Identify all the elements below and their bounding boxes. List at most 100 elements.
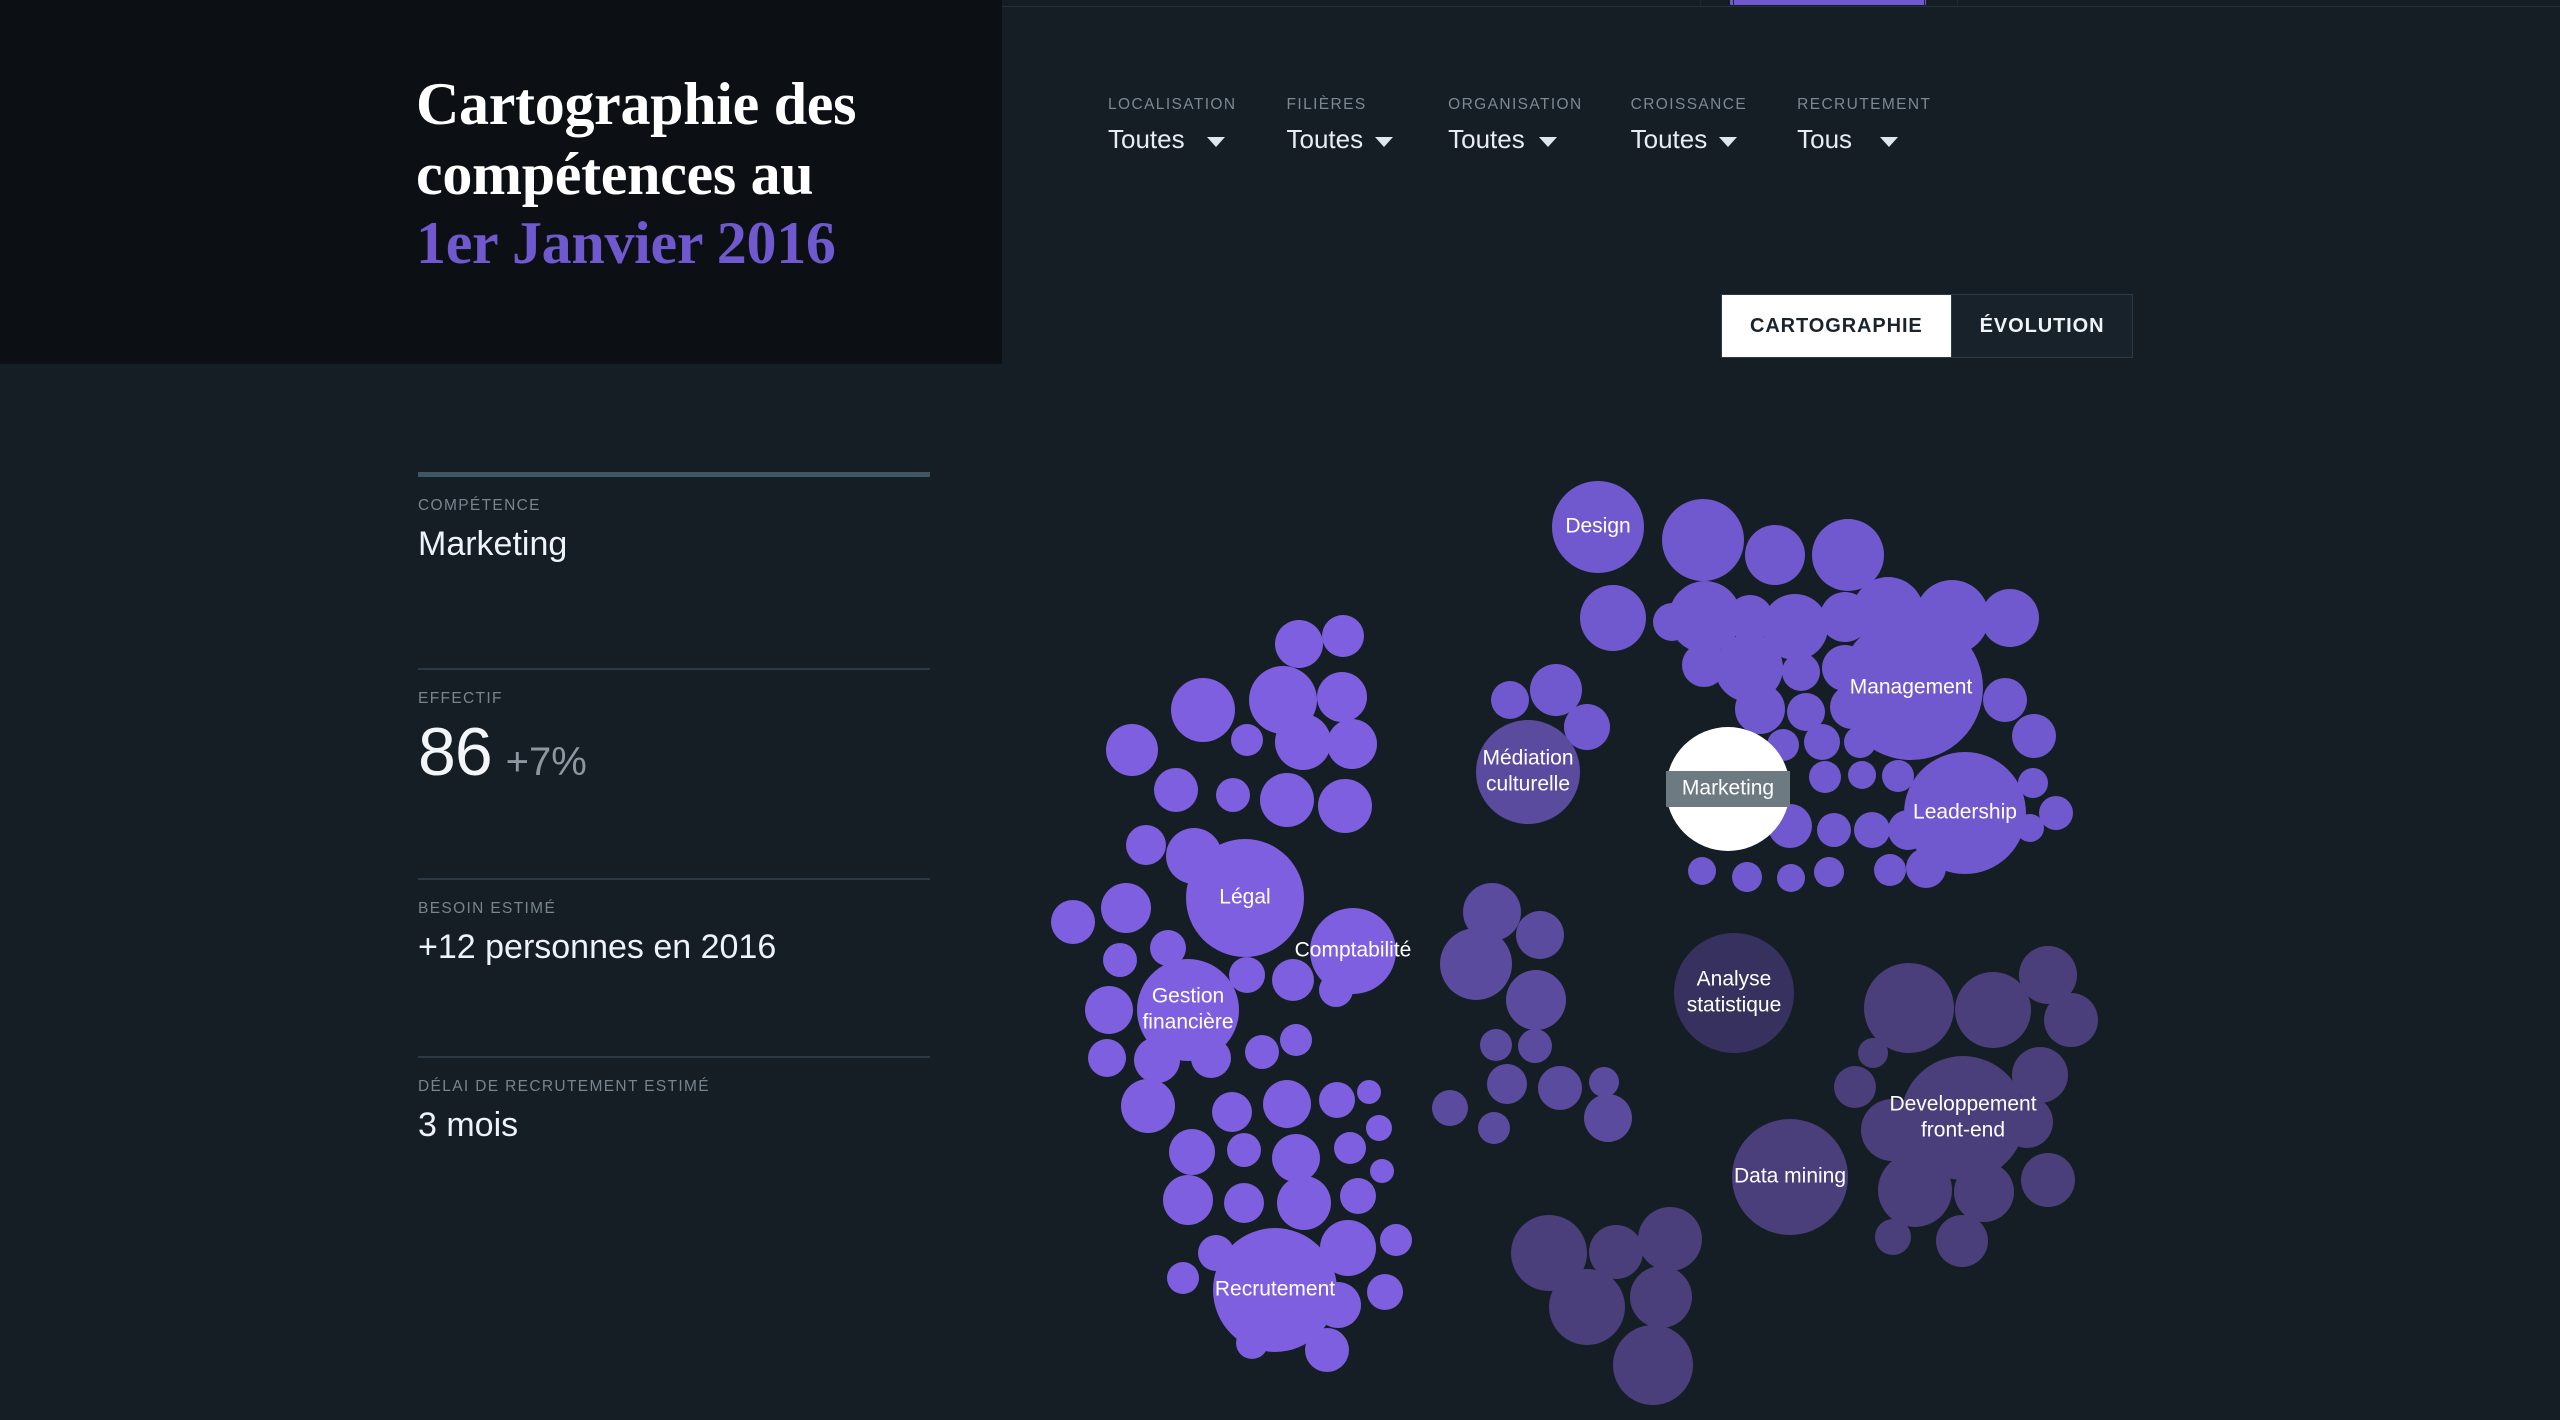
bubble[interactable]: [1327, 719, 1377, 769]
bubble[interactable]: [1171, 678, 1235, 742]
bubble[interactable]: [1367, 1274, 1403, 1310]
bubble[interactable]: [1245, 1035, 1279, 1069]
bubble[interactable]: [1272, 1134, 1320, 1182]
bubble[interactable]: [2044, 993, 2098, 1047]
bubble[interactable]: [1809, 761, 1841, 793]
bubble[interactable]: [1804, 724, 1840, 760]
bubble[interactable]: [1101, 883, 1151, 933]
bubble[interactable]: [1357, 1080, 1381, 1104]
bubble[interactable]: [1229, 957, 1265, 993]
bubble-developpement-front-end[interactable]: [1901, 1056, 2025, 1180]
bubble[interactable]: [1440, 928, 1512, 1000]
bubble[interactable]: [1580, 585, 1646, 651]
bubble[interactable]: [1854, 812, 1890, 848]
bubble-gestion-financi-re[interactable]: [1137, 959, 1239, 1061]
bubble[interactable]: [1103, 943, 1137, 977]
bubble-management[interactable]: [1839, 616, 1983, 760]
bubble[interactable]: [1745, 525, 1805, 585]
bubble[interactable]: [1380, 1224, 1412, 1256]
bubble[interactable]: [1538, 1066, 1582, 1110]
bubble[interactable]: [1549, 1269, 1625, 1345]
bubble[interactable]: [1432, 1090, 1468, 1126]
bubble[interactable]: [1272, 959, 1314, 1001]
bubble[interactable]: [1227, 1133, 1261, 1167]
bubble[interactable]: [1955, 972, 2031, 1048]
bubble[interactable]: [1051, 900, 1095, 944]
bubble[interactable]: [1277, 1176, 1331, 1230]
bubble[interactable]: [1121, 1079, 1175, 1133]
bubble[interactable]: [1370, 1159, 1394, 1183]
bubble[interactable]: [1882, 760, 1914, 792]
bubble[interactable]: [1874, 854, 1906, 886]
page-title-date: 1er Janvier 2016: [416, 210, 836, 277]
bubble[interactable]: [1662, 499, 1744, 581]
bubble[interactable]: [1487, 1064, 1527, 1104]
bubble-chart[interactable]: Design Management Leadership Marketing Média…: [1002, 0, 2560, 1420]
bubble[interactable]: [1688, 857, 1716, 885]
bubble-data-mining[interactable]: [1732, 1119, 1848, 1235]
bubble[interactable]: [1638, 1207, 1702, 1271]
bubble[interactable]: [2039, 796, 2073, 830]
bubble[interactable]: [1280, 1024, 1312, 1056]
bubble-recrutement[interactable]: [1213, 1228, 1337, 1352]
bubble[interactable]: [1814, 857, 1844, 887]
bubble[interactable]: [1263, 1080, 1311, 1128]
bubble[interactable]: [1275, 714, 1331, 770]
bubble[interactable]: [1875, 1219, 1911, 1255]
bubble[interactable]: [1334, 1132, 1366, 1164]
bubble[interactable]: [1088, 1039, 1126, 1077]
bubble[interactable]: [1167, 1262, 1199, 1294]
bubble[interactable]: [1085, 986, 1133, 1034]
bubble[interactable]: [1106, 724, 1158, 776]
bubble[interactable]: [1216, 778, 1250, 812]
bubble[interactable]: [1936, 1215, 1988, 1267]
bubble[interactable]: [1260, 773, 1314, 827]
bubble[interactable]: [1224, 1183, 1264, 1223]
bubble[interactable]: [1777, 864, 1805, 892]
bubble[interactable]: [1584, 1094, 1632, 1142]
bubble[interactable]: [1319, 1082, 1355, 1118]
bubble[interactable]: [2021, 1153, 2075, 1207]
bubble-leadership[interactable]: [1904, 752, 2026, 874]
bubble[interactable]: [1366, 1115, 1392, 1141]
bubble[interactable]: [1858, 1038, 1888, 1068]
bubble-layer: [1051, 481, 2098, 1405]
stat-delai-recrutement: DÉLAI DE RECRUTEMENT ESTIMÉ 3 mois: [418, 1056, 930, 1196]
bubble[interactable]: [1981, 589, 2039, 647]
bubble[interactable]: [1169, 1129, 1215, 1175]
bubble[interactable]: [1613, 1325, 1693, 1405]
bubble[interactable]: [1516, 911, 1564, 959]
bubble[interactable]: [2012, 714, 2056, 758]
bubble-chart-canvas[interactable]: DesignManagementLeadershipMarketingMédia…: [1002, 0, 2560, 1420]
bubble[interactable]: [1506, 970, 1566, 1030]
bubble[interactable]: [1732, 862, 1762, 892]
bubble[interactable]: [1983, 678, 2027, 722]
bubble[interactable]: [1478, 1112, 1510, 1144]
bubble[interactable]: [1322, 615, 1364, 657]
bubble[interactable]: [1126, 825, 1166, 865]
bubble-m-diation-culturelle[interactable]: [1476, 720, 1580, 824]
bubble[interactable]: [1212, 1092, 1252, 1132]
bubble-l-gal[interactable]: [1186, 839, 1304, 957]
app-root: Cartographie des compétences au 1er Janv…: [0, 0, 2560, 1420]
bubble[interactable]: [1589, 1067, 1619, 1097]
bubble[interactable]: [1491, 681, 1529, 719]
bubble[interactable]: [1518, 1029, 1552, 1063]
bubble[interactable]: [1163, 1175, 1213, 1225]
bubble[interactable]: [1317, 672, 1367, 722]
bubble[interactable]: [1231, 724, 1263, 756]
bubble[interactable]: [1735, 684, 1785, 734]
bubble-comptabilit-[interactable]: [1310, 908, 1396, 994]
bubble[interactable]: [1318, 779, 1372, 833]
bubble[interactable]: [1834, 1066, 1876, 1108]
bubble[interactable]: [1782, 653, 1820, 691]
bubble[interactable]: [1275, 620, 1323, 668]
bubble[interactable]: [1154, 768, 1198, 812]
bubble-design[interactable]: [1552, 481, 1644, 573]
bubble[interactable]: [1848, 761, 1876, 789]
bubble-analyse-statistique[interactable]: [1674, 933, 1794, 1053]
bubble[interactable]: [1340, 1178, 1376, 1214]
bubble[interactable]: [1817, 813, 1851, 847]
bubble[interactable]: [1480, 1029, 1512, 1061]
bubble[interactable]: [1630, 1266, 1692, 1328]
